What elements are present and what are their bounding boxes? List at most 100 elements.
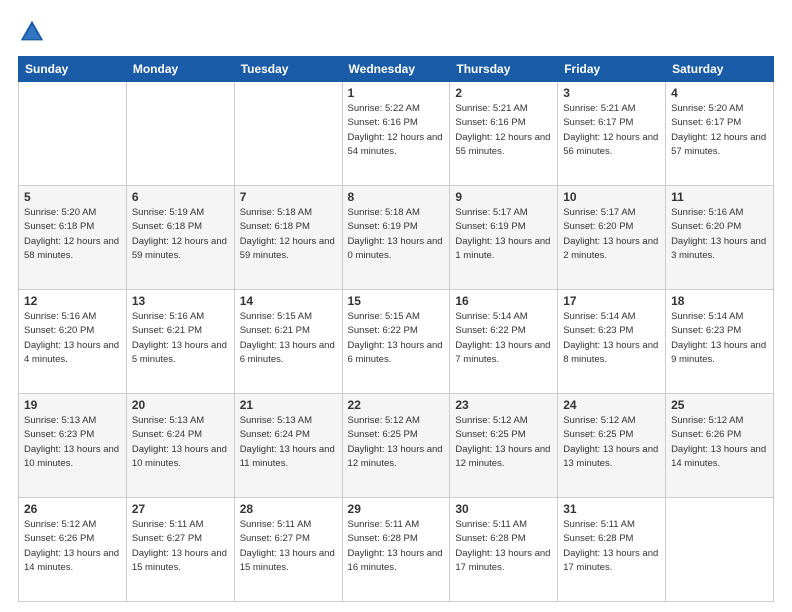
calendar-cell: 31 Sunrise: 5:11 AMSunset: 6:28 PMDayligh…	[558, 498, 666, 602]
day-info: Sunrise: 5:14 AMSunset: 6:22 PMDaylight:…	[455, 310, 552, 367]
day-info: Sunrise: 5:17 AMSunset: 6:19 PMDaylight:…	[455, 206, 552, 263]
calendar-cell: 20 Sunrise: 5:13 AMSunset: 6:24 PMDayligh…	[126, 394, 234, 498]
calendar-cell: 6 Sunrise: 5:19 AMSunset: 6:18 PMDaylight…	[126, 186, 234, 290]
calendar-cell: 12Sunrise: 5:16 AMSunset: 6:20 PMDayligh…	[19, 290, 127, 394]
weekday-header-tuesday: Tuesday	[234, 57, 342, 82]
day-number: 27	[132, 502, 229, 516]
day-number: 16	[455, 294, 552, 308]
calendar-cell: 7Sunrise: 5:18 AMSunset: 6:18 PMDaylight…	[234, 186, 342, 290]
day-info: Sunrise: 5:11 AMSunset: 6:28 PMDaylight:…	[455, 518, 552, 575]
day-info: Sunrise: 5:11 AMSunset: 6:28 PMDaylight:…	[348, 518, 445, 575]
calendar-cell: 1 Sunrise: 5:22 AMSunset: 6:16 PMDaylight…	[342, 82, 450, 186]
day-number: 11	[671, 190, 768, 204]
day-info: Sunrise: 5:21 AMSunset: 6:16 PMDaylight:…	[455, 102, 552, 159]
weekday-header-thursday: Thursday	[450, 57, 558, 82]
calendar-cell: 5Sunrise: 5:20 AMSunset: 6:18 PMDaylight…	[19, 186, 127, 290]
day-info: Sunrise: 5:11 AMSunset: 6:27 PMDaylight:…	[240, 518, 337, 575]
day-info: Sunrise: 5:16 AMSunset: 6:21 PMDaylight:…	[132, 310, 229, 367]
calendar-cell: 3 Sunrise: 5:21 AMSunset: 6:17 PMDaylight…	[558, 82, 666, 186]
calendar-cell: 26 Sunrise: 5:12 AMSunset: 6:26 PMDayligh…	[19, 498, 127, 602]
day-info: Sunrise: 5:12 AMSunset: 6:26 PMDaylight:…	[671, 414, 768, 471]
calendar-week-row: 5Sunrise: 5:20 AMSunset: 6:18 PMDaylight…	[19, 186, 774, 290]
day-number: 20	[132, 398, 229, 412]
day-number: 4	[671, 86, 768, 100]
day-info: Sunrise: 5:19 AMSunset: 6:18 PMDaylight:…	[132, 206, 229, 263]
day-info: Sunrise: 5:11 AMSunset: 6:28 PMDaylight:…	[563, 518, 660, 575]
day-number: 13	[132, 294, 229, 308]
weekday-header-wednesday: Wednesday	[342, 57, 450, 82]
calendar-cell	[19, 82, 127, 186]
day-info: Sunrise: 5:18 AMSunset: 6:19 PMDaylight:…	[348, 206, 445, 263]
day-info: Sunrise: 5:14 AMSunset: 6:23 PMDaylight:…	[671, 310, 768, 367]
logo-icon	[18, 18, 46, 46]
day-number: 25	[671, 398, 768, 412]
day-info: Sunrise: 5:12 AMSunset: 6:25 PMDaylight:…	[455, 414, 552, 471]
calendar-cell: 2Sunrise: 5:21 AMSunset: 6:16 PMDaylight…	[450, 82, 558, 186]
day-number: 19	[24, 398, 121, 412]
calendar-week-row: 1 Sunrise: 5:22 AMSunset: 6:16 PMDaylight…	[19, 82, 774, 186]
day-number: 21	[240, 398, 337, 412]
day-number: 1	[348, 86, 445, 100]
calendar-cell: 8Sunrise: 5:18 AMSunset: 6:19 PMDaylight…	[342, 186, 450, 290]
calendar-cell: 17 Sunrise: 5:14 AMSunset: 6:23 PMDayligh…	[558, 290, 666, 394]
calendar-cell: 15Sunrise: 5:15 AMSunset: 6:22 PMDayligh…	[342, 290, 450, 394]
day-info: Sunrise: 5:12 AMSunset: 6:25 PMDaylight:…	[348, 414, 445, 471]
day-info: Sunrise: 5:14 AMSunset: 6:23 PMDaylight:…	[563, 310, 660, 367]
calendar-cell: 25 Sunrise: 5:12 AMSunset: 6:26 PMDayligh…	[666, 394, 774, 498]
calendar-cell: 23 Sunrise: 5:12 AMSunset: 6:25 PMDayligh…	[450, 394, 558, 498]
day-info: Sunrise: 5:13 AMSunset: 6:23 PMDaylight:…	[24, 414, 121, 471]
calendar-cell	[666, 498, 774, 602]
day-number: 28	[240, 502, 337, 516]
calendar-cell: 24Sunrise: 5:12 AMSunset: 6:25 PMDayligh…	[558, 394, 666, 498]
day-info: Sunrise: 5:16 AMSunset: 6:20 PMDaylight:…	[671, 206, 768, 263]
weekday-header-saturday: Saturday	[666, 57, 774, 82]
day-info: Sunrise: 5:12 AMSunset: 6:26 PMDaylight:…	[24, 518, 121, 575]
weekday-header-sunday: Sunday	[19, 57, 127, 82]
weekday-header-row: SundayMondayTuesdayWednesdayThursdayFrid…	[19, 57, 774, 82]
day-number: 10	[563, 190, 660, 204]
calendar-week-row: 19 Sunrise: 5:13 AMSunset: 6:23 PMDayligh…	[19, 394, 774, 498]
weekday-header-friday: Friday	[558, 57, 666, 82]
calendar-cell: 10 Sunrise: 5:17 AMSunset: 6:20 PMDayligh…	[558, 186, 666, 290]
calendar-cell: 4 Sunrise: 5:20 AMSunset: 6:17 PMDaylight…	[666, 82, 774, 186]
day-number: 12	[24, 294, 121, 308]
calendar-table: SundayMondayTuesdayWednesdayThursdayFrid…	[18, 56, 774, 602]
day-info: Sunrise: 5:22 AMSunset: 6:16 PMDaylight:…	[348, 102, 445, 159]
day-number: 26	[24, 502, 121, 516]
calendar-cell: 14 Sunrise: 5:15 AMSunset: 6:21 PMDayligh…	[234, 290, 342, 394]
day-info: Sunrise: 5:15 AMSunset: 6:21 PMDaylight:…	[240, 310, 337, 367]
calendar-cell: 22Sunrise: 5:12 AMSunset: 6:25 PMDayligh…	[342, 394, 450, 498]
calendar-cell: 13 Sunrise: 5:16 AMSunset: 6:21 PMDayligh…	[126, 290, 234, 394]
day-number: 3	[563, 86, 660, 100]
logo	[18, 18, 50, 46]
day-number: 29	[348, 502, 445, 516]
day-number: 17	[563, 294, 660, 308]
calendar-cell: 28 Sunrise: 5:11 AMSunset: 6:27 PMDayligh…	[234, 498, 342, 602]
day-number: 7	[240, 190, 337, 204]
calendar-cell	[126, 82, 234, 186]
day-number: 15	[348, 294, 445, 308]
header	[18, 18, 774, 46]
calendar-cell: 9 Sunrise: 5:17 AMSunset: 6:19 PMDaylight…	[450, 186, 558, 290]
calendar-cell: 16 Sunrise: 5:14 AMSunset: 6:22 PMDayligh…	[450, 290, 558, 394]
day-number: 9	[455, 190, 552, 204]
day-number: 24	[563, 398, 660, 412]
calendar-cell: 27 Sunrise: 5:11 AMSunset: 6:27 PMDayligh…	[126, 498, 234, 602]
day-info: Sunrise: 5:17 AMSunset: 6:20 PMDaylight:…	[563, 206, 660, 263]
day-info: Sunrise: 5:11 AMSunset: 6:27 PMDaylight:…	[132, 518, 229, 575]
day-info: Sunrise: 5:13 AMSunset: 6:24 PMDaylight:…	[240, 414, 337, 471]
calendar-cell: 29 Sunrise: 5:11 AMSunset: 6:28 PMDayligh…	[342, 498, 450, 602]
day-number: 5	[24, 190, 121, 204]
calendar-week-row: 26 Sunrise: 5:12 AMSunset: 6:26 PMDayligh…	[19, 498, 774, 602]
calendar-cell	[234, 82, 342, 186]
day-number: 23	[455, 398, 552, 412]
day-number: 31	[563, 502, 660, 516]
day-info: Sunrise: 5:21 AMSunset: 6:17 PMDaylight:…	[563, 102, 660, 159]
day-number: 6	[132, 190, 229, 204]
day-info: Sunrise: 5:20 AMSunset: 6:17 PMDaylight:…	[671, 102, 768, 159]
day-number: 14	[240, 294, 337, 308]
calendar-cell: 21 Sunrise: 5:13 AMSunset: 6:24 PMDayligh…	[234, 394, 342, 498]
day-info: Sunrise: 5:13 AMSunset: 6:24 PMDaylight:…	[132, 414, 229, 471]
page: SundayMondayTuesdayWednesdayThursdayFrid…	[0, 0, 792, 612]
calendar-cell: 30Sunrise: 5:11 AMSunset: 6:28 PMDayligh…	[450, 498, 558, 602]
